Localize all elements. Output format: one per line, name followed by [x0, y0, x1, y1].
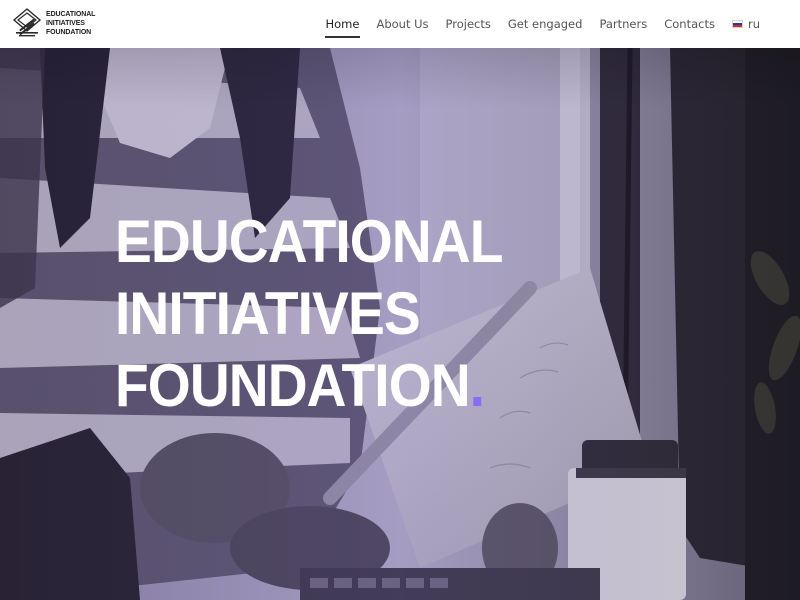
nav-projects[interactable]: Projects	[446, 0, 491, 48]
hero-title: EDUCATIONAL INITIATIVES FOUNDATION.	[115, 206, 503, 422]
brand-line-1: EDUCATIONAL	[46, 10, 96, 18]
hero-title-line-3: FOUNDATION.	[115, 350, 502, 422]
hero-banner: EDUCATIONAL INITIATIVES FOUNDATION.	[0, 48, 800, 600]
foundation-logo-icon	[12, 8, 42, 37]
russia-flag-icon	[731, 20, 743, 28]
hero-title-accent-dot: .	[469, 352, 485, 419]
brand-name: EDUCATIONAL INITIATIVES FOUNDATION	[46, 10, 95, 37]
nav-about-us[interactable]: About Us	[376, 0, 428, 48]
nav-partners[interactable]: Partners	[599, 0, 647, 48]
brand-logo-link[interactable]: EDUCATIONAL INITIATIVES FOUNDATION	[12, 6, 95, 40]
language-switcher[interactable]: ru	[731, 0, 760, 48]
nav-contacts[interactable]: Contacts	[664, 0, 715, 48]
nav-get-engaged[interactable]: Get engaged	[508, 0, 583, 48]
hero-title-line-1: EDUCATIONAL	[115, 208, 503, 275]
main-navigation: Home About Us Projects Get engaged Partn…	[324, 0, 760, 48]
brand-line-2: INITIATIVES	[46, 19, 85, 27]
site-header: EDUCATIONAL INITIATIVES FOUNDATION Home …	[0, 0, 800, 48]
hero-title-line-3-text: FOUNDATION	[115, 352, 471, 419]
language-label: ru	[747, 17, 760, 31]
brand-line-3: FOUNDATION	[46, 28, 92, 36]
nav-home[interactable]: Home	[324, 0, 361, 48]
hero-title-line-2: INITIATIVES	[115, 280, 421, 347]
